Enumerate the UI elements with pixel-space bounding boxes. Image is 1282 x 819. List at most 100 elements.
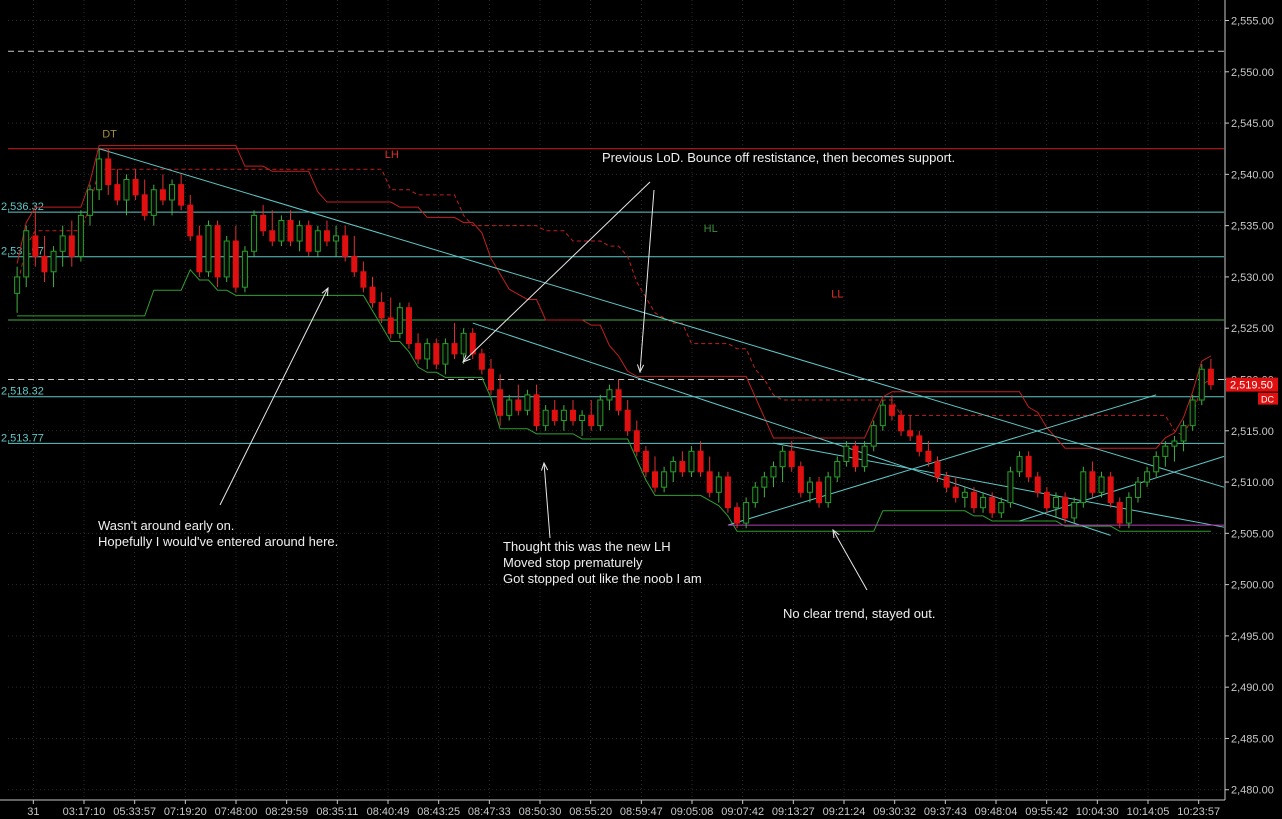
candle-body <box>1043 491 1050 509</box>
price-tick-label: 2,505.00 <box>1231 528 1274 540</box>
candle-body <box>569 409 576 422</box>
candle-body <box>405 307 412 345</box>
price-tick-label: 2,530.00 <box>1231 272 1274 284</box>
annotation-text: Moved stop prematurely <box>503 555 643 570</box>
price-tick-label: 2,490.00 <box>1231 682 1274 694</box>
swing-label: LH <box>385 149 399 161</box>
candle-body <box>1080 471 1087 504</box>
candle-body <box>515 399 522 411</box>
candle-body <box>1171 440 1178 447</box>
candle-body <box>360 271 367 288</box>
candle-body <box>314 230 321 252</box>
price-tick-label: 2,500.00 <box>1231 580 1274 592</box>
candle-body <box>579 414 586 422</box>
time-tick-label: 09:07:42 <box>721 806 764 818</box>
last-price-tag: DC <box>1261 395 1274 405</box>
candle-body <box>980 496 987 509</box>
time-tick-label: 08:43:25 <box>417 806 460 818</box>
time-tick-label: 31 <box>27 806 39 818</box>
candle-body <box>925 450 932 463</box>
candle-body <box>50 250 57 273</box>
candle-body <box>761 476 768 488</box>
price-tick-label: 2,480.00 <box>1231 785 1274 797</box>
time-tick-label: 05:33:57 <box>113 806 156 818</box>
annotation-text: Thought this was the new LH <box>503 539 671 554</box>
candle-body <box>287 220 294 242</box>
candle-body <box>296 225 303 242</box>
price-tick-label: 2,510.00 <box>1231 477 1274 489</box>
candle-body <box>688 450 695 473</box>
time-tick-label: 09:05:08 <box>671 806 714 818</box>
candle-body <box>560 409 567 422</box>
candle-body <box>169 184 176 201</box>
candle-body <box>624 409 631 432</box>
candle-body <box>1089 471 1096 493</box>
candle-body <box>378 302 385 319</box>
candle-body <box>506 399 513 416</box>
candle-body <box>898 414 905 432</box>
candle-body <box>888 404 895 416</box>
time-tick-label: 09:21:24 <box>823 806 866 818</box>
candle-body <box>943 476 950 488</box>
price-tick-label: 2,550.00 <box>1231 67 1274 79</box>
candle-body <box>1116 502 1123 524</box>
annotation-text: Previous LoD. Bounce off restistance, th… <box>602 150 955 165</box>
candle-body <box>1034 476 1041 493</box>
candle-body <box>433 343 440 365</box>
candle-body <box>1189 399 1196 427</box>
candle-body <box>834 461 841 478</box>
candle-body <box>351 255 358 273</box>
candlestick-chart: 2,536.322,531.972,518.322,513.77 DTLHLHH… <box>0 0 1282 819</box>
candle-body <box>251 214 258 252</box>
candle-body <box>269 230 276 242</box>
candle-body <box>214 225 221 278</box>
candle-body <box>41 255 48 273</box>
price-tick-label: 2,555.00 <box>1231 16 1274 28</box>
candle-body <box>132 178 139 196</box>
annotation-text: No clear trend, stayed out. <box>783 606 935 621</box>
time-tick-label: 08:50:30 <box>519 806 562 818</box>
annotation-text: Got stopped out like the noob I am <box>503 571 702 586</box>
swing-label: DT <box>102 128 117 140</box>
candle-body <box>852 445 859 468</box>
swing-label: HL <box>704 223 718 235</box>
candle-body <box>788 450 795 468</box>
candle-body <box>661 471 668 488</box>
candle-body <box>105 158 112 186</box>
candle-body <box>77 214 84 257</box>
candle-body <box>816 481 823 504</box>
candle-body <box>989 496 996 514</box>
price-tick-label: 2,515.00 <box>1231 426 1274 438</box>
price-tick-label: 2,540.00 <box>1231 169 1274 181</box>
candle-body <box>68 235 75 257</box>
candle-body <box>369 286 376 304</box>
candle-body <box>724 476 731 509</box>
candle-body <box>278 220 285 242</box>
candle-body <box>797 466 804 493</box>
time-tick-label: 09:30:32 <box>873 806 916 818</box>
price-tick-label: 2,525.00 <box>1231 323 1274 335</box>
candle-body <box>1016 455 1023 473</box>
candle-body <box>478 353 485 370</box>
candle-body <box>606 389 613 401</box>
candle-body <box>825 476 832 504</box>
candle-body <box>260 214 267 232</box>
candle-body <box>487 368 494 391</box>
candle-body <box>1107 476 1114 504</box>
candle-body <box>178 184 185 206</box>
time-tick-label: 03:17:10 <box>63 806 106 818</box>
candle-body <box>1180 425 1187 442</box>
candle-body <box>806 481 813 493</box>
swing-label: LL <box>831 288 843 300</box>
candle-body <box>114 184 121 201</box>
time-tick-label: 08:59:47 <box>620 806 663 818</box>
candle-body <box>1207 368 1214 386</box>
candle-body <box>123 178 130 201</box>
time-tick-label: 10:14:05 <box>1127 806 1170 818</box>
candle-body <box>970 491 977 509</box>
candle-body <box>706 471 713 493</box>
candle-body <box>752 486 759 504</box>
candle-body <box>305 225 312 252</box>
candle-body <box>32 235 39 257</box>
candle-body <box>1062 496 1069 519</box>
